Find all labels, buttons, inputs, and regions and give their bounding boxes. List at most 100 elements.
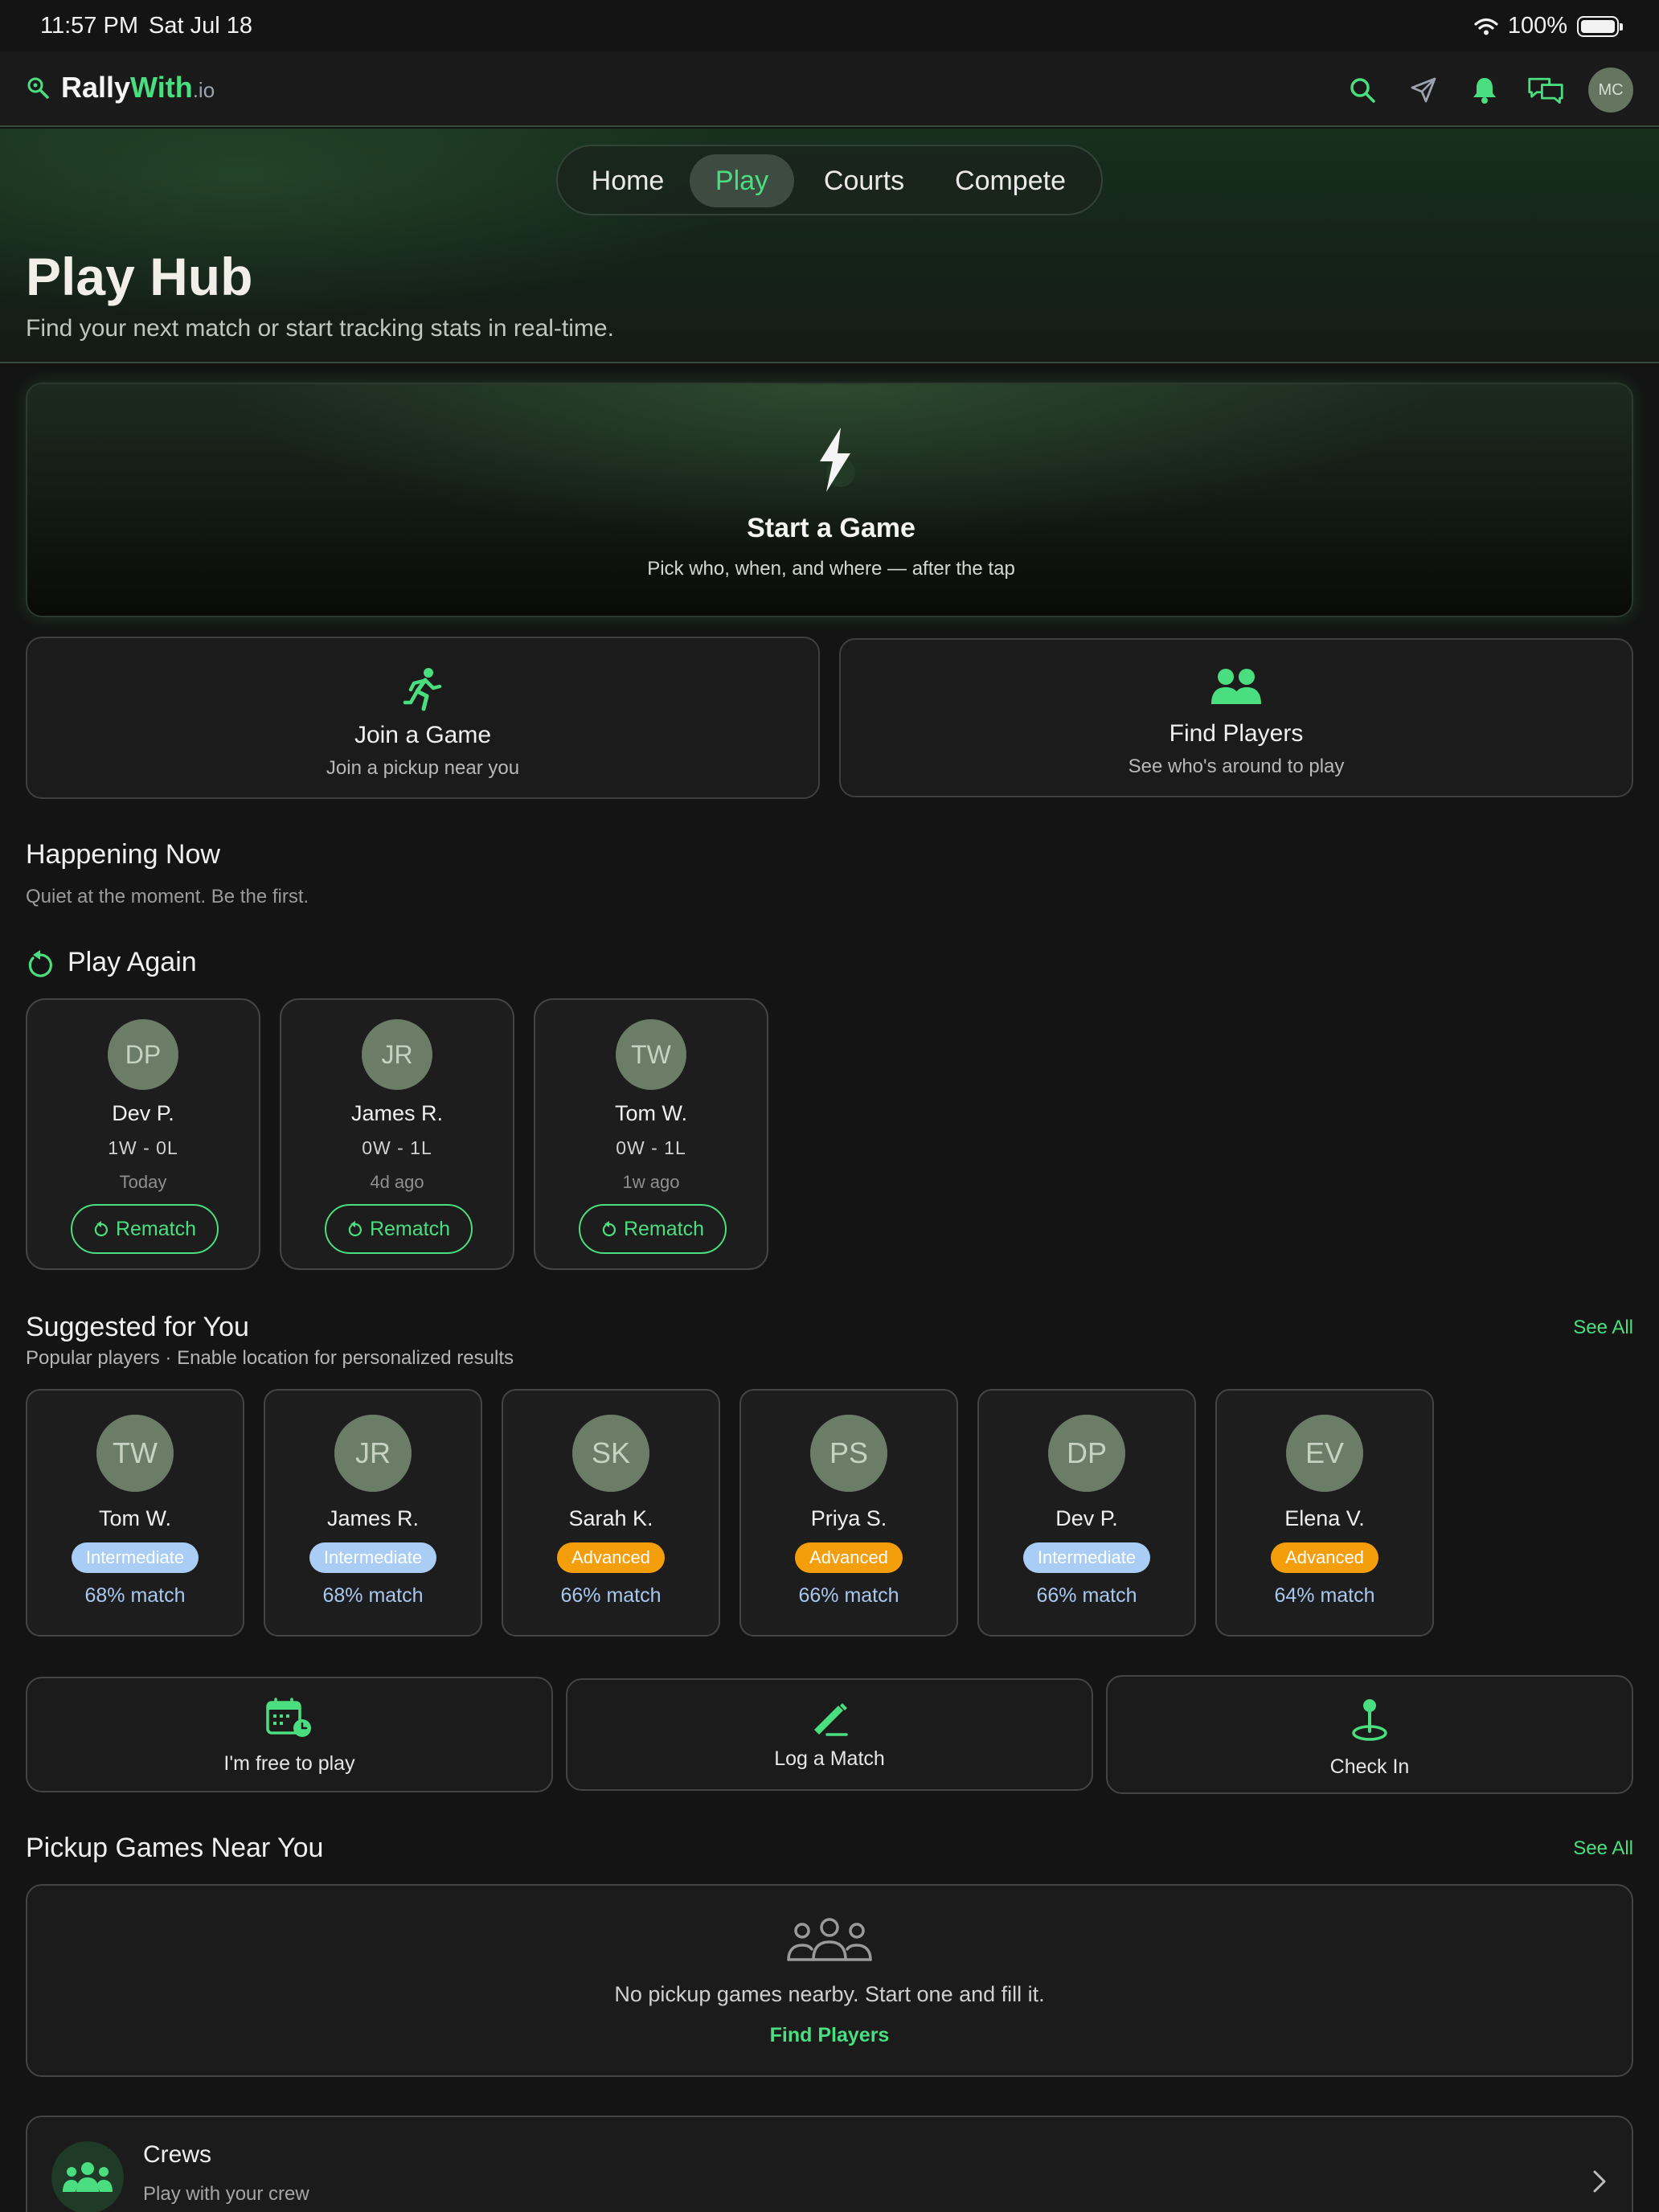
play-again-card: DP Dev P. 1W - 0L Today Rematch xyxy=(26,998,260,1270)
pickup-see-all-link[interactable]: See All xyxy=(1573,1837,1633,1860)
tab-courts[interactable]: Courts xyxy=(804,154,924,207)
tab-home[interactable]: Home xyxy=(576,154,680,207)
player-name: Sarah K. xyxy=(568,1506,653,1530)
brand-logo[interactable]: RallyWith.io xyxy=(26,71,215,104)
avatar[interactable]: JR xyxy=(362,1019,432,1090)
find-players-card[interactable]: Find Players See who's around to play xyxy=(839,638,1633,797)
suggested-player-card[interactable]: JR James R. Intermediate 68% match xyxy=(264,1389,482,1636)
paddle-logo-icon xyxy=(27,77,49,99)
status-indicators: 100% xyxy=(1474,13,1623,39)
avatar: DP xyxy=(1048,1415,1125,1492)
log-match-label: Log a Match xyxy=(774,1747,885,1770)
tab-play[interactable]: Play xyxy=(690,154,794,207)
skill-badge: Intermediate xyxy=(1022,1542,1151,1573)
player-name: James R. xyxy=(326,1506,420,1530)
player-name: Priya S. xyxy=(810,1506,887,1530)
suggested-player-card[interactable]: EV Elena V. Advanced 64% match xyxy=(1215,1389,1434,1636)
suggested-player-card[interactable]: PS Priya S. Advanced 66% match xyxy=(739,1389,958,1636)
suggested-title: Suggested for You xyxy=(26,1312,249,1342)
brand-main: Rally xyxy=(61,71,131,104)
rematch-label: Rematch xyxy=(115,1217,197,1240)
pickup-title: Pickup Games Near You xyxy=(26,1833,324,1863)
check-in-label: Check In xyxy=(1329,1755,1410,1778)
bell-icon[interactable] xyxy=(1466,72,1503,109)
battery-icon xyxy=(1577,15,1623,37)
match-score: 64% match xyxy=(1274,1584,1375,1607)
player-name: Dev P. xyxy=(112,1101,174,1125)
find-players-link[interactable]: Find Players xyxy=(27,2024,1632,2047)
avatar[interactable]: DP xyxy=(108,1019,178,1090)
player-record: 0W - 1L xyxy=(616,1137,686,1158)
main-tabs: Home Play Courts Compete xyxy=(556,145,1103,215)
chevron-right-icon xyxy=(1593,2170,1606,2193)
log-match-button[interactable]: Log a Match xyxy=(566,1678,1093,1791)
player-name: Tom W. xyxy=(614,1101,687,1125)
match-score: 68% match xyxy=(84,1584,186,1607)
page-title: Play Hub xyxy=(26,247,253,306)
suggested-player-card[interactable]: TW Tom W. Intermediate 68% match xyxy=(26,1389,244,1636)
avatar[interactable]: TW xyxy=(616,1019,686,1090)
players-icon xyxy=(1211,669,1261,704)
player-name: Dev P. xyxy=(1055,1506,1118,1530)
rematch-button[interactable]: Rematch xyxy=(325,1204,473,1254)
player-name: Tom W. xyxy=(98,1506,171,1530)
avatar: TW xyxy=(96,1415,174,1492)
suggested-player-card[interactable]: DP Dev P. Intermediate 66% match xyxy=(977,1389,1196,1636)
suggested-see-all-link[interactable]: See All xyxy=(1573,1317,1633,1339)
send-icon[interactable] xyxy=(1405,72,1442,109)
page-subtitle: Find your next match or start tracking s… xyxy=(26,315,614,342)
rematch-icon xyxy=(94,1221,108,1237)
lightning-icon xyxy=(820,428,855,492)
player-record: 0W - 1L xyxy=(362,1137,432,1158)
happening-now-subtitle: Quiet at the moment. Be the first. xyxy=(26,886,309,907)
hero-section: Home Play Courts Compete Play Hub Find y… xyxy=(0,129,1659,363)
last-played: 4d ago xyxy=(370,1172,424,1192)
player-name: James R. xyxy=(350,1101,444,1125)
tab-compete[interactable]: Compete xyxy=(934,154,1087,207)
skill-badge: Advanced xyxy=(557,1542,665,1573)
chat-icon[interactable] xyxy=(1527,72,1564,109)
suggested-subtitle: Popular players · Enable location for pe… xyxy=(26,1347,514,1369)
calendar-clock-icon xyxy=(266,1698,311,1737)
replay-icon xyxy=(28,950,52,977)
location-pin-icon xyxy=(1352,1699,1387,1741)
match-score: 66% match xyxy=(798,1584,899,1607)
player-record: 1W - 0L xyxy=(108,1137,178,1158)
find-players-subtitle: See who's around to play xyxy=(1128,756,1345,777)
join-game-title: Join a Game xyxy=(354,722,492,748)
start-game-card[interactable]: Start a Game Pick who, when, and where —… xyxy=(26,383,1633,617)
skill-badge: Advanced xyxy=(1271,1542,1378,1573)
rematch-button[interactable]: Rematch xyxy=(579,1204,727,1254)
rematch-icon xyxy=(602,1221,616,1237)
rematch-label: Rematch xyxy=(369,1217,451,1240)
crews-subtitle: Play with your crew xyxy=(143,2183,309,2205)
match-score: 68% match xyxy=(322,1584,424,1607)
avatar: EV xyxy=(1286,1415,1363,1492)
match-score: 66% match xyxy=(1036,1584,1137,1607)
join-game-card[interactable]: Join a Game Join a pickup near you xyxy=(26,637,820,799)
user-avatar[interactable]: MC xyxy=(1588,68,1633,113)
rematch-icon xyxy=(348,1221,362,1237)
free-to-play-button[interactable]: I'm free to play xyxy=(26,1677,553,1792)
play-again-card: TW Tom W. 0W - 1L 1w ago Rematch xyxy=(534,998,768,1270)
happening-now-title: Happening Now xyxy=(26,839,220,870)
app-header: RallyWith.io MC xyxy=(0,51,1659,127)
last-played: Today xyxy=(119,1172,167,1192)
brand-tld: .io xyxy=(192,78,215,102)
suggested-player-card[interactable]: SK Sarah K. Advanced 66% match xyxy=(502,1389,720,1636)
search-icon[interactable] xyxy=(1344,72,1381,109)
check-in-button[interactable]: Check In xyxy=(1106,1675,1633,1794)
status-time: 11:57 PM xyxy=(40,13,138,39)
rematch-label: Rematch xyxy=(623,1217,705,1240)
crews-icon-wrap xyxy=(51,2141,124,2212)
status-bar: 11:57 PM Sat Jul 18 100% xyxy=(0,0,1659,51)
join-game-subtitle: Join a pickup near you xyxy=(326,757,520,779)
skill-badge: Intermediate xyxy=(71,1542,199,1573)
running-icon xyxy=(403,668,442,711)
rematch-button[interactable]: Rematch xyxy=(71,1204,219,1254)
crews-card[interactable]: Crews Play with your crew xyxy=(26,2116,1633,2212)
avatar: PS xyxy=(810,1415,887,1492)
group-icon xyxy=(787,1918,872,1961)
player-name: Elena V. xyxy=(1284,1506,1365,1530)
avatar: SK xyxy=(572,1415,649,1492)
